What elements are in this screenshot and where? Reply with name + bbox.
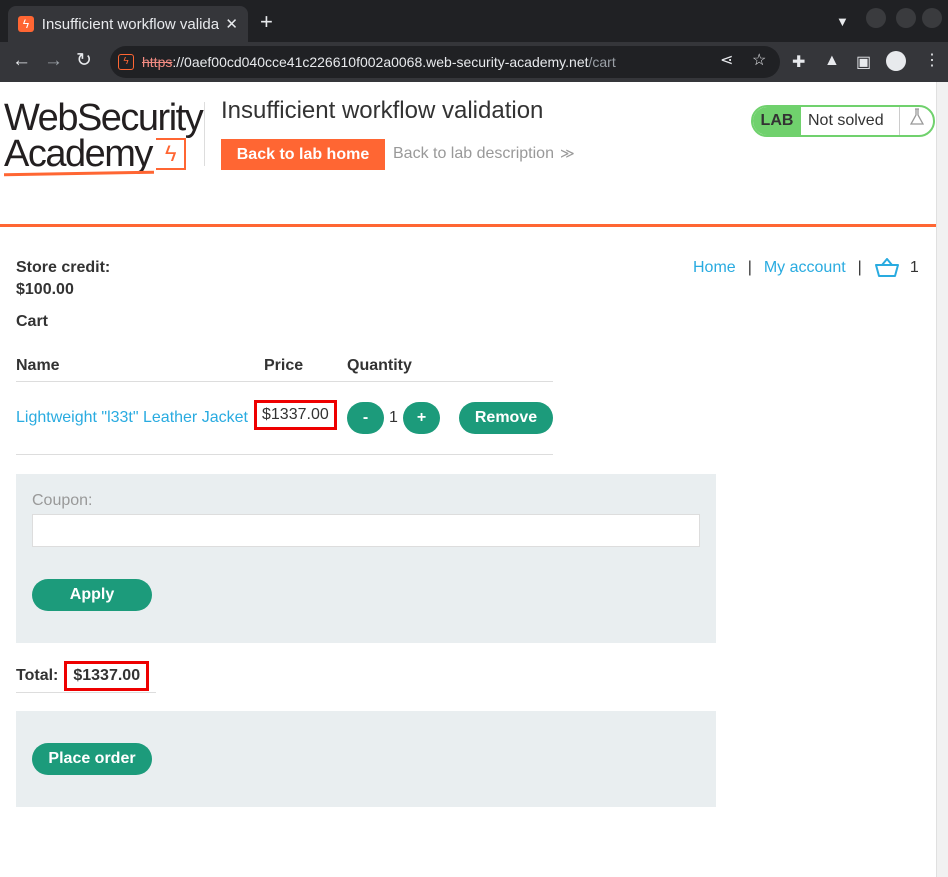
column-header-name: Name: [16, 357, 60, 374]
back-to-lab-home-button[interactable]: Back to lab home: [221, 139, 385, 170]
total-label: Total:: [16, 666, 59, 684]
close-window-button[interactable]: [922, 8, 942, 28]
place-order-section: Place order: [16, 711, 716, 807]
browser-tabbar: ϟ Insufficient workflow validatio ✕ + ▼: [0, 0, 948, 42]
flask-icon: [899, 107, 933, 135]
minimize-window-button[interactable]: [866, 8, 886, 28]
cart-basket-icon[interactable]: [874, 258, 900, 278]
table-row: Lightweight "l33t" Leather Jacket $1337.…: [16, 382, 553, 455]
store-credit-label: Store credit:: [16, 259, 111, 276]
share-icon[interactable]: ⋖: [720, 50, 733, 70]
profile-avatar[interactable]: [886, 51, 906, 71]
reload-icon[interactable]: ↻: [76, 50, 92, 72]
url-text: https://0aef00cd040cce41c226610f002a0068…: [142, 54, 616, 70]
lightning-favicon-icon: ϟ: [18, 16, 34, 32]
double-chevron-right-icon: ≫: [559, 145, 575, 161]
lab-title: Insufficient workflow validation: [221, 97, 544, 124]
nav-separator: |: [747, 259, 752, 276]
extensions-puzzle-icon[interactable]: ✚: [792, 52, 805, 72]
quantity-value: 1: [389, 409, 398, 426]
chevron-down-icon[interactable]: ▼: [836, 14, 849, 29]
column-header-price: Price: [264, 357, 304, 374]
store-credit-value: $100.00: [16, 281, 74, 298]
cart-heading: Cart: [16, 313, 49, 330]
web-security-academy-logo[interactable]: WebSecurity Academy ϟ: [3, 97, 204, 177]
total-row: Total: $1337.00: [16, 659, 156, 693]
header-divider: [204, 102, 205, 166]
maximize-window-button[interactable]: [896, 8, 916, 28]
browser-toolbar: ← → ↻ ϟ https://0aef00cd040cce41c226610f…: [0, 42, 948, 82]
bookmark-star-icon[interactable]: ☆: [752, 50, 766, 70]
logo-bolt-icon: ϟ: [155, 138, 186, 170]
cart-table: Name Price Quantity Lightweight "l33t" L…: [16, 352, 553, 455]
decrease-quantity-button[interactable]: -: [347, 402, 384, 434]
close-tab-icon[interactable]: ✕: [225, 15, 238, 33]
logo-text-line2: Academy ϟ: [4, 135, 204, 173]
back-to-lab-description-link[interactable]: Back to lab description ≫: [393, 145, 575, 163]
total-value: $1337.00: [64, 660, 150, 691]
browser-tab[interactable]: ϟ Insufficient workflow validatio ✕: [8, 6, 248, 42]
tab-title: Insufficient workflow validatio: [41, 15, 220, 33]
back-arrow-icon[interactable]: ←: [12, 50, 31, 72]
lab-status-text: Not solved: [801, 107, 899, 135]
my-account-link[interactable]: My account: [764, 259, 846, 277]
coupon-label: Coupon:: [32, 492, 93, 509]
forward-arrow-icon[interactable]: →: [44, 50, 63, 72]
product-link[interactable]: Lightweight "l33t" Leather Jacket: [16, 409, 248, 427]
coupon-input[interactable]: [32, 514, 700, 547]
coupon-section: Coupon: Apply: [16, 474, 716, 643]
not-secure-icon[interactable]: ϟ: [118, 54, 134, 70]
flask-extension-icon[interactable]: ▲: [824, 52, 840, 70]
address-bar[interactable]: ϟ https://0aef00cd040cce41c226610f002a00…: [110, 46, 780, 78]
lab-badge: LAB: [753, 107, 801, 135]
cart-count: 1: [909, 259, 919, 276]
more-menu-icon[interactable]: ⋮: [924, 50, 940, 70]
increase-quantity-button[interactable]: +: [403, 402, 440, 434]
page-scrollbar[interactable]: [936, 82, 948, 877]
logo-text-line1: WebSecurity: [4, 97, 204, 139]
column-header-quantity: Quantity: [347, 357, 412, 374]
side-panel-icon[interactable]: ▣: [856, 52, 871, 72]
top-navigation: Home | My account | 1: [693, 258, 919, 278]
apply-coupon-button[interactable]: Apply: [32, 579, 152, 611]
remove-button[interactable]: Remove: [459, 402, 553, 434]
header-rule: [0, 224, 936, 227]
lab-status-widget: LAB Not solved: [751, 105, 935, 137]
place-order-button[interactable]: Place order: [32, 743, 152, 775]
cart-table-header: Name Price Quantity: [16, 352, 553, 382]
home-link[interactable]: Home: [693, 259, 736, 277]
page-content: WebSecurity Academy ϟ Insufficient workf…: [0, 82, 936, 877]
item-price: $1337.00: [254, 400, 337, 430]
nav-separator: |: [857, 259, 862, 276]
new-tab-button[interactable]: +: [260, 10, 273, 34]
